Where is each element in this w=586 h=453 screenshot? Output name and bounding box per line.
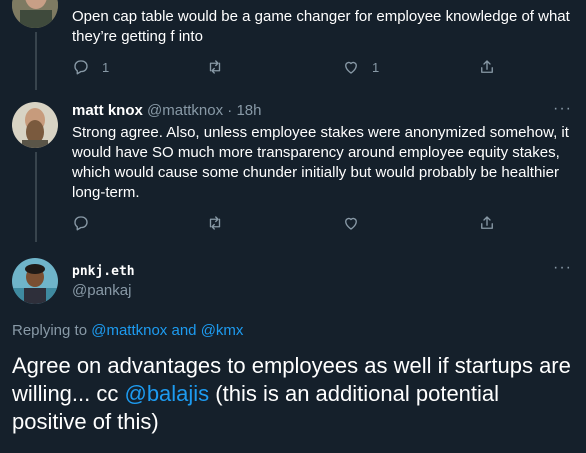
tweet-actions: 1 1 (72, 58, 502, 80)
replying-to: Replying to @mattknox and @kmx (12, 322, 243, 339)
main-tweet-text: Agree on advantages to employees as well… (12, 353, 571, 434)
timestamp[interactable]: 18h (236, 102, 261, 119)
more-options-icon[interactable]: ··· (553, 100, 572, 118)
separator-dot: · (227, 102, 233, 119)
like-icon (345, 61, 357, 74)
display-name[interactable]: matt knox (72, 102, 143, 119)
display-name[interactable]: pnkj.eth (72, 263, 135, 281)
like-count: 1 (372, 59, 380, 75)
reply-count: 1 (102, 59, 110, 75)
share-button[interactable] (478, 214, 496, 232)
reply-icon (74, 216, 88, 231)
user-handle[interactable]: @pankaj (72, 281, 135, 301)
reply-button[interactable] (72, 214, 90, 232)
like-icon (345, 217, 357, 230)
like-button[interactable]: 1 (342, 58, 379, 76)
replying-to-label: Replying to (12, 322, 88, 339)
tweet-header: pnkj.eth @pankaj (72, 263, 135, 301)
retweet-button[interactable] (206, 214, 224, 232)
mention-link[interactable]: @kmx (201, 322, 244, 339)
like-button[interactable] (342, 214, 360, 232)
thread-line-top (35, 32, 37, 90)
user-handle[interactable]: @mattknox (147, 102, 223, 119)
tweet-header: matt knox @mattknox · 18h (72, 102, 262, 120)
share-icon (481, 216, 493, 229)
mention-link[interactable]: @balajis (124, 381, 209, 406)
share-icon (481, 60, 493, 73)
avatar[interactable] (12, 0, 58, 28)
retweet-icon (209, 216, 221, 230)
avatar[interactable] (12, 258, 58, 304)
thread-line-middle (35, 152, 37, 242)
tweet-text: Strong agree. Also, unless employee stak… (72, 124, 569, 201)
more-options-icon[interactable]: ··· (553, 259, 572, 277)
retweet-icon (209, 60, 221, 74)
mention-link[interactable]: @mattknox (91, 322, 167, 339)
tweet-actions (72, 214, 502, 236)
avatar[interactable] (12, 102, 58, 148)
replying-to-and: and (171, 322, 197, 339)
reply-icon (74, 60, 88, 75)
tweet-text: Open cap table would be a game changer f… (72, 8, 570, 45)
reply-button[interactable]: 1 (72, 58, 109, 76)
retweet-button[interactable] (206, 58, 224, 76)
share-button[interactable] (478, 58, 496, 76)
